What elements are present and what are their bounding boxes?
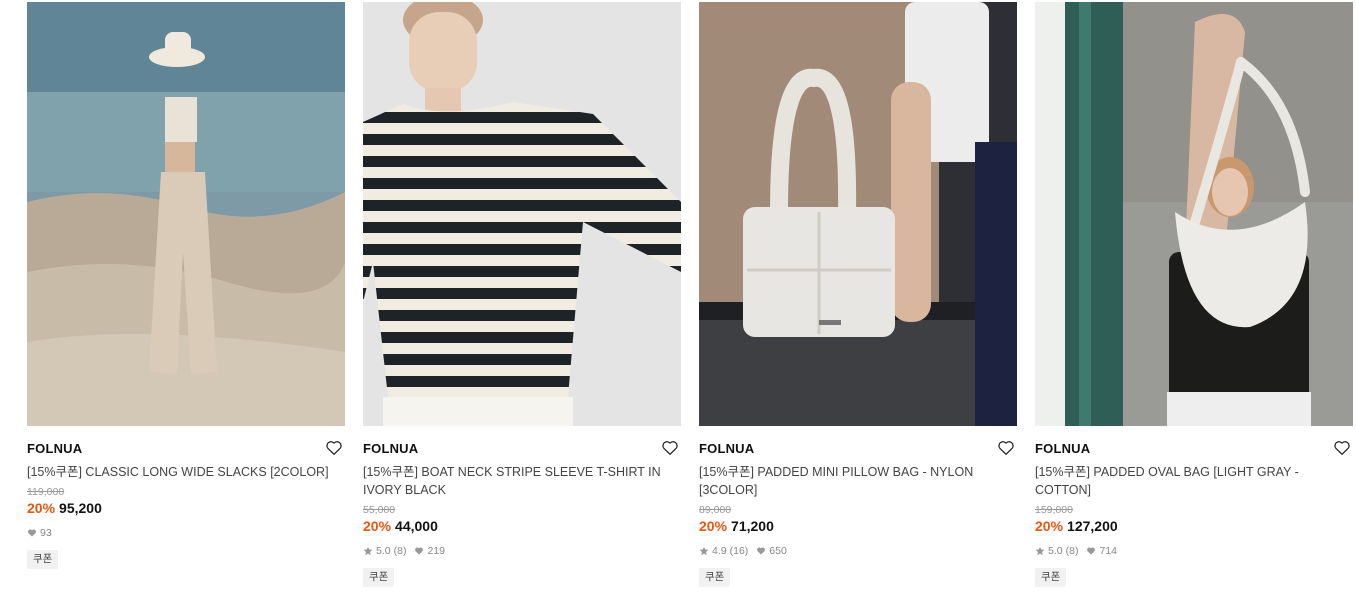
wishlist-heart-icon[interactable] xyxy=(325,439,343,457)
coupon-badge: 쿠폰 xyxy=(699,568,731,587)
product-photo-pillow-bag xyxy=(699,2,1017,426)
rating-value: 5.0 xyxy=(1048,545,1063,557)
product-card[interactable]: FOLNUA [15%쿠폰] PADDED OVAL BAG [LIGHT GR… xyxy=(1035,2,1353,587)
original-price: 159,000 xyxy=(1035,504,1073,516)
product-card[interactable]: FOLNUA [15%쿠폰] CLASSIC LONG WIDE SLACKS … xyxy=(27,2,345,569)
original-price: 89,000 xyxy=(699,504,732,516)
original-price: 55,000 xyxy=(363,504,396,516)
sale-price: 20% 44,000 xyxy=(363,517,681,535)
discount-rate: 20% xyxy=(1035,518,1064,534)
like-count: 93 xyxy=(27,527,52,539)
price-value: 95,200 xyxy=(59,500,102,516)
product-stats: 5.0 (8) 219 xyxy=(363,544,681,558)
product-card[interactable]: FOLNUA [15%쿠폰] PADDED MINI PILLOW BAG - … xyxy=(699,2,1017,587)
heart-filled-icon xyxy=(28,529,36,537)
star-icon xyxy=(699,546,709,556)
like-count-value: 650 xyxy=(769,545,787,557)
price-value: 71,200 xyxy=(731,518,774,534)
product-name[interactable]: [15%쿠폰] PADDED OVAL BAG [LIGHT GRAY - CO… xyxy=(1035,463,1353,499)
product-stats: 4.9 (16) 650 xyxy=(699,544,1017,558)
product-card[interactable]: FOLNUA [15%쿠폰] BOAT NECK STRIPE SLEEVE T… xyxy=(363,2,681,587)
product-image[interactable] xyxy=(27,2,345,426)
rating: 5.0 (8) xyxy=(363,545,406,557)
product-photo-oval-bag xyxy=(1035,2,1353,426)
like-count-value: 93 xyxy=(40,527,52,539)
product-photo-slacks xyxy=(27,2,345,426)
discount-rate: 20% xyxy=(27,500,56,516)
rating: 4.9 (16) xyxy=(699,545,748,557)
brand-name[interactable]: FOLNUA xyxy=(363,440,681,458)
price-value: 44,000 xyxy=(395,518,438,534)
brand-name[interactable]: FOLNUA xyxy=(1035,440,1353,458)
product-name[interactable]: [15%쿠폰] CLASSIC LONG WIDE SLACKS [2COLOR… xyxy=(27,463,345,481)
sale-price: 20% 127,200 xyxy=(1035,517,1353,535)
product-stats: 5.0 (8) 714 xyxy=(1035,544,1353,558)
like-count: 650 xyxy=(756,545,787,557)
price-value: 127,200 xyxy=(1067,518,1118,534)
coupon-badge: 쿠폰 xyxy=(1035,568,1067,587)
sale-price: 20% 71,200 xyxy=(699,517,1017,535)
sale-price: 20% 95,200 xyxy=(27,499,345,517)
like-count-value: 714 xyxy=(1099,545,1117,557)
like-count: 219 xyxy=(414,545,445,557)
product-name[interactable]: [15%쿠폰] BOAT NECK STRIPE SLEEVE T-SHIRT … xyxy=(363,463,681,499)
rating-value: 5.0 xyxy=(376,545,391,557)
heart-filled-icon xyxy=(415,547,424,555)
product-stats: 93 xyxy=(27,526,345,540)
rating: 5.0 (8) xyxy=(1035,545,1078,557)
coupon-badge: 쿠폰 xyxy=(27,550,59,569)
rating-value: 4.9 xyxy=(712,545,727,557)
product-grid: FOLNUA [15%쿠폰] CLASSIC LONG WIDE SLACKS … xyxy=(0,0,1356,608)
brand-name[interactable]: FOLNUA xyxy=(27,440,345,458)
product-image[interactable] xyxy=(1035,2,1353,426)
wishlist-heart-icon[interactable] xyxy=(997,439,1015,457)
star-icon xyxy=(1035,546,1045,556)
product-image[interactable] xyxy=(363,2,681,426)
product-image[interactable] xyxy=(699,2,1017,426)
original-price: 119,000 xyxy=(27,486,65,498)
brand-name[interactable]: FOLNUA xyxy=(699,440,1017,458)
like-count-value: 219 xyxy=(427,545,445,557)
product-photo-stripe-tee xyxy=(363,2,681,426)
review-count: (16) xyxy=(729,545,749,557)
review-count: (8) xyxy=(1065,545,1079,557)
discount-rate: 20% xyxy=(363,518,392,534)
heart-filled-icon xyxy=(1087,547,1096,555)
wishlist-heart-icon[interactable] xyxy=(661,439,679,457)
star-icon xyxy=(363,546,373,556)
heart-filled-icon xyxy=(757,547,766,555)
review-count: (8) xyxy=(393,545,407,557)
product-name[interactable]: [15%쿠폰] PADDED MINI PILLOW BAG - NYLON [… xyxy=(699,463,1017,499)
coupon-badge: 쿠폰 xyxy=(363,568,395,587)
discount-rate: 20% xyxy=(699,518,728,534)
wishlist-heart-icon[interactable] xyxy=(1333,439,1351,457)
like-count: 714 xyxy=(1086,545,1117,557)
